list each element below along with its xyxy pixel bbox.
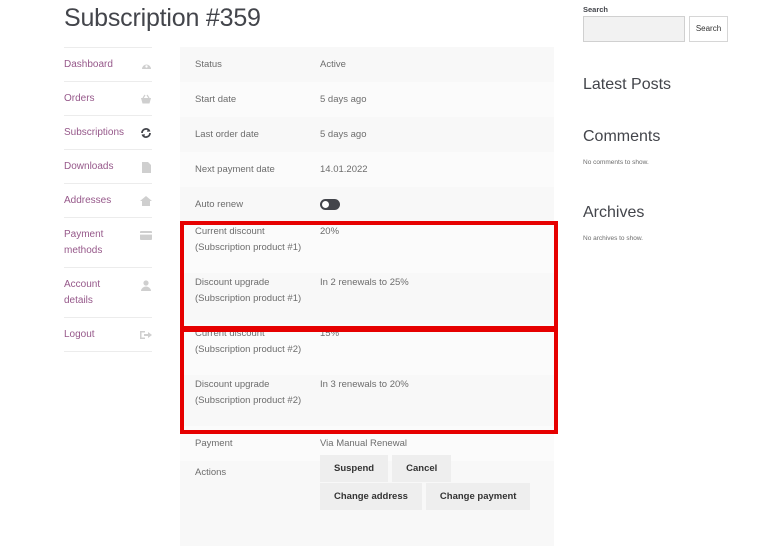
nav-item-label[interactable]: Subscriptions: [64, 125, 130, 141]
discount-upgrade-label: Discount upgrade (Subscription product #…: [180, 273, 320, 324]
change-address-button[interactable]: Change address: [320, 483, 422, 510]
comments-title: Comments: [583, 128, 661, 145]
nav-item-subscriptions[interactable]: Subscriptions: [64, 115, 152, 149]
current-discount-product: (Subscription product #1): [195, 242, 302, 253]
sign-out-icon: [140, 327, 152, 343]
current-discount-value: 15%: [320, 328, 340, 339]
suspend-button[interactable]: Suspend: [320, 455, 389, 482]
discount-upgrade-product: (Subscription product #2): [195, 395, 302, 406]
nav-item-label[interactable]: Logout: [64, 327, 130, 343]
archives-title: Archives: [583, 204, 645, 221]
nav-item-addresses[interactable]: Addresses: [64, 183, 152, 217]
nav-item-downloads[interactable]: Downloads: [64, 149, 152, 183]
status-value: Active: [320, 58, 346, 70]
home-icon: [140, 193, 152, 209]
actions-cell: Suspend Cancel Change address Change pay…: [320, 455, 554, 510]
current-discount-product: (Subscription product #2): [195, 344, 302, 355]
start-date-label: Start date: [195, 93, 237, 105]
dashboard-icon: [140, 57, 152, 73]
actions-label: Actions: [195, 467, 227, 478]
status-label: Status: [195, 58, 222, 70]
discount-upgrade-value: In 2 renewals to 25%: [320, 277, 409, 288]
table-row: Last order date 5 days ago: [180, 117, 554, 152]
table-row: Status Active: [180, 47, 554, 82]
archives-empty-text: No archives to show.: [583, 235, 643, 242]
user-icon: [140, 277, 152, 293]
credit-card-icon: [140, 227, 152, 243]
discount-upgrade-value: In 3 renewals to 20%: [320, 379, 409, 390]
nav-item-payment-methods[interactable]: Payment methods: [64, 217, 152, 267]
discount-upgrade-label: Discount upgrade (Subscription product #…: [180, 375, 320, 426]
nav-item-label[interactable]: Payment methods: [64, 227, 130, 259]
discount-upgrade-title: Discount upgrade: [195, 379, 270, 390]
payment-value: Via Manual Renewal: [320, 437, 407, 449]
nav-item-label[interactable]: Addresses: [64, 193, 130, 209]
page-title: Subscription #359: [64, 4, 261, 32]
actions-button-row: Suspend Cancel: [320, 455, 554, 482]
basket-icon: [140, 91, 152, 107]
table-row: Start date 5 days ago: [180, 82, 554, 117]
table-row: Discount upgrade (Subscription product #…: [180, 273, 554, 324]
file-icon: [140, 159, 152, 175]
cancel-button[interactable]: Cancel: [392, 455, 452, 482]
table-row: Auto renew: [180, 187, 554, 222]
current-discount-label: Current discount (Subscription product #…: [180, 222, 320, 273]
table-row: Next payment date 14.01.2022: [180, 152, 554, 187]
current-discount-title: Current discount: [195, 226, 265, 237]
nav-item-account-details[interactable]: Account details: [64, 267, 152, 317]
last-order-date-value: 5 days ago: [320, 128, 367, 140]
change-payment-button[interactable]: Change payment: [425, 483, 531, 510]
latest-posts-title: Latest Posts: [583, 76, 672, 93]
start-date-value: 5 days ago: [320, 93, 367, 105]
last-order-date-label: Last order date: [195, 128, 259, 140]
table-row: Current discount (Subscription product #…: [180, 222, 554, 273]
nav-item-logout[interactable]: Logout: [64, 317, 152, 352]
nav-item-label[interactable]: Orders: [64, 91, 130, 107]
nav-item-label[interactable]: Downloads: [64, 159, 130, 175]
subscription-details-table: Status Active Start date 5 days ago Last…: [180, 47, 554, 546]
table-row: Actions Suspend Cancel Change address Ch…: [180, 455, 554, 546]
comments-empty-text: No comments to show.: [583, 159, 649, 166]
nav-item-label[interactable]: Dashboard: [64, 57, 130, 73]
nav-item-dashboard[interactable]: Dashboard: [64, 47, 152, 81]
payment-label: Payment: [195, 437, 233, 449]
table-row: Current discount (Subscription product #…: [180, 324, 554, 375]
search-input[interactable]: [583, 16, 685, 42]
current-discount-value: 20%: [320, 226, 340, 237]
auto-renew-toggle[interactable]: [320, 199, 340, 210]
nav-item-orders[interactable]: Orders: [64, 81, 152, 115]
current-discount-title: Current discount: [195, 328, 265, 339]
search-label: Search: [583, 5, 609, 14]
actions-button-row: Change address Change payment: [320, 483, 554, 510]
refresh-icon: [140, 125, 152, 141]
auto-renew-cell: [320, 199, 554, 210]
next-payment-date-label: Next payment date: [195, 163, 275, 175]
account-navigation: Dashboard Orders Subscriptions Downloads…: [64, 47, 152, 352]
next-payment-date-value: 14.01.2022: [320, 163, 368, 175]
current-discount-label: Current discount (Subscription product #…: [180, 324, 320, 375]
table-row: Discount upgrade (Subscription product #…: [180, 375, 554, 426]
discount-upgrade-product: (Subscription product #1): [195, 293, 302, 304]
nav-item-label[interactable]: Account details: [64, 277, 130, 309]
auto-renew-label: Auto renew: [195, 198, 244, 210]
search-button[interactable]: Search: [689, 16, 728, 42]
discount-upgrade-title: Discount upgrade: [195, 277, 270, 288]
